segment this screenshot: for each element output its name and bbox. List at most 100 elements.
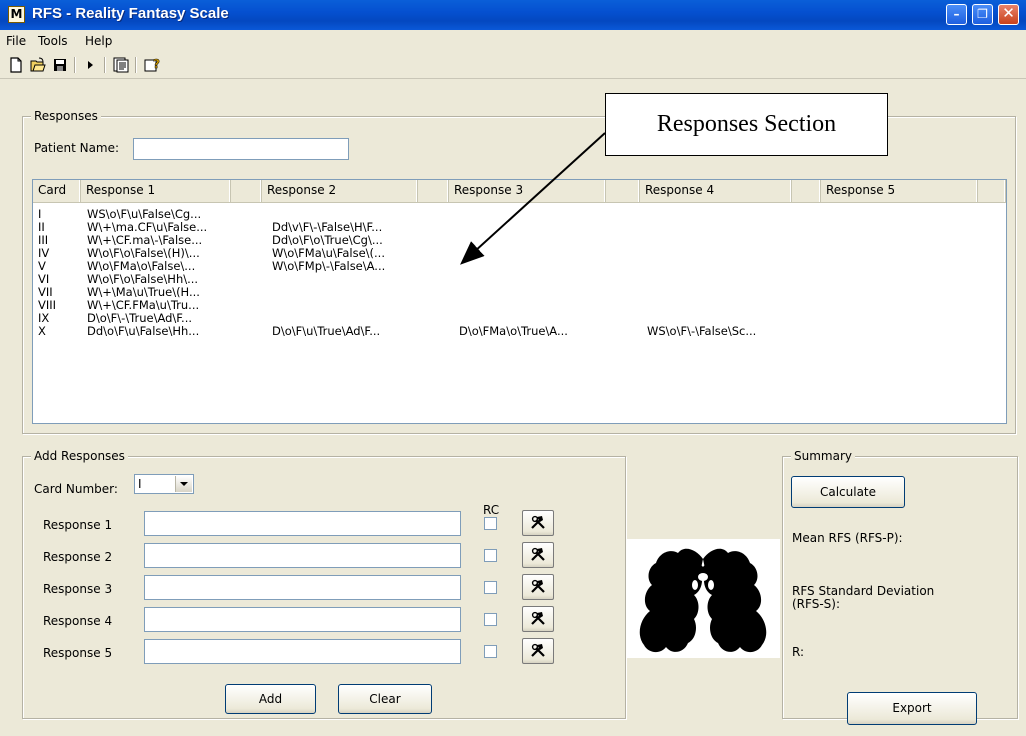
table-row[interactable]: IV W\o\F\o\False\(H)\... W\o\FMa\u\False\(… (33, 246, 1006, 260)
responses-group-title: Responses (31, 109, 101, 123)
response-4-tools-button[interactable] (522, 606, 554, 632)
response-3-input[interactable] (144, 575, 461, 600)
cell-card: X (38, 324, 46, 338)
table-row[interactable]: V W\o\FMa\o\False\... W\o\FMp\-\False\A... (33, 259, 1006, 273)
cell-card: I (38, 207, 42, 221)
responses-table[interactable]: Card Response 1 Response 2 Response 3 Re… (32, 179, 1007, 424)
clear-button[interactable]: Clear (338, 684, 432, 714)
cell-response-1: W\+\CF.FMa\u\Tru... (87, 298, 200, 312)
response-5-label: Response 5 (43, 646, 113, 660)
hammer-wrench-icon (531, 515, 545, 529)
open-folder-icon[interactable] (30, 57, 46, 73)
response-1-tools-button[interactable] (522, 510, 554, 536)
help-icon[interactable]: ? (144, 57, 160, 73)
card-number-select[interactable]: I (134, 474, 194, 494)
chevron-down-icon[interactable] (175, 476, 192, 492)
column-header-spacer[interactable] (792, 180, 821, 202)
rc-checkbox-4[interactable] (484, 613, 497, 626)
hammer-wrench-icon (531, 579, 545, 593)
column-header-spacer[interactable] (231, 180, 262, 202)
table-row[interactable]: II W\+\ma.CF\u\False... Dd\v\F\-\False\H\F… (33, 220, 1006, 234)
cell-response-2: W\o\FMa\u\False\(... (272, 246, 385, 260)
new-file-icon[interactable] (8, 57, 24, 73)
table-row[interactable]: VII W\+\Ma\u\True\(H... (33, 285, 1006, 299)
minimize-button[interactable]: – (946, 4, 967, 25)
column-header-response-5[interactable]: Response 5 (821, 180, 978, 202)
column-header-spacer[interactable] (978, 180, 1006, 202)
cell-response-2: Dd\v\F\-\False\H\F... (272, 220, 383, 234)
rc-checkbox-1[interactable] (484, 517, 497, 530)
save-icon[interactable] (52, 57, 68, 73)
response-2-input[interactable] (144, 543, 461, 568)
export-button[interactable]: Export (847, 692, 977, 725)
toolbar-separator (104, 57, 106, 73)
response-2-tools-button[interactable] (522, 542, 554, 568)
menu-file[interactable]: File (6, 34, 26, 48)
cell-card: V (38, 259, 46, 273)
response-5-tools-button[interactable] (522, 638, 554, 664)
toolbar-separator (74, 57, 76, 73)
cell-card: VIII (38, 298, 57, 312)
table-row[interactable]: VI W\o\F\o\False\Hh\... (33, 272, 1006, 286)
table-row[interactable]: III W\+\CF.ma\-\False... Dd\o\F\o\True\Cg\… (33, 233, 1006, 247)
cell-response-4: WS\o\F\-\False\Sc... (647, 324, 757, 338)
column-header-spacer[interactable] (418, 180, 449, 202)
column-header-response-3[interactable]: Response 3 (449, 180, 606, 202)
response-5-input[interactable] (144, 639, 461, 664)
cell-card: III (38, 233, 49, 247)
hammer-wrench-icon (531, 643, 545, 657)
maximize-button[interactable]: ❐ (972, 4, 993, 25)
table-row[interactable]: I WS\o\F\u\False\Cg... (33, 207, 1006, 221)
card-number-label: Card Number: (34, 482, 118, 496)
inkblot-graphic (639, 548, 767, 653)
calculate-button[interactable]: Calculate (791, 476, 905, 508)
run-icon[interactable] (82, 57, 98, 73)
hammer-wrench-icon (531, 611, 545, 625)
annotation-callout: Responses Section (605, 93, 888, 156)
mean-rfs-label: Mean RFS (RFS-P): (792, 531, 903, 545)
add-button[interactable]: Add (225, 684, 316, 714)
rc-checkbox-5[interactable] (484, 645, 497, 658)
toolbar: ? (0, 52, 1026, 79)
response-3-tools-button[interactable] (522, 574, 554, 600)
column-header-card[interactable]: Card (33, 180, 81, 202)
close-button[interactable]: ✕ (998, 4, 1019, 25)
cell-card: IV (38, 246, 50, 260)
document-icon[interactable] (113, 57, 129, 73)
cell-response-3: D\o\FMa\o\True\A... (459, 324, 568, 338)
table-row[interactable]: VIII W\+\CF.FMa\u\Tru... (33, 298, 1006, 312)
rc-checkbox-3[interactable] (484, 581, 497, 594)
column-header-response-1[interactable]: Response 1 (81, 180, 231, 202)
response-4-input[interactable] (144, 607, 461, 632)
add-responses-group-title: Add Responses (31, 449, 128, 463)
summary-group-title: Summary (791, 449, 855, 463)
cell-response-1: W\+\Ma\u\True\(H... (87, 285, 200, 299)
rc-checkbox-2[interactable] (484, 549, 497, 562)
rc-label: RC (483, 503, 500, 517)
cell-response-2: Dd\o\F\o\True\Cg\... (272, 233, 383, 247)
table-row[interactable]: IX D\o\F\-\True\Ad\F... (33, 311, 1006, 325)
hammer-wrench-icon (531, 547, 545, 561)
patient-name-label: Patient Name: (34, 141, 120, 155)
response-1-label: Response 1 (43, 518, 113, 532)
card-number-value: I (138, 477, 142, 491)
cell-card: II (38, 220, 45, 234)
title-bar[interactable]: M RFS - Reality Fantasy Scale – ❐ ✕ (0, 0, 1026, 30)
column-header-response-2[interactable]: Response 2 (262, 180, 418, 202)
menu-help[interactable]: Help (85, 34, 112, 48)
menu-bar: File Tools Help (0, 30, 1026, 52)
cell-response-1: D\o\F\-\True\Ad\F... (87, 311, 193, 325)
response-1-input[interactable] (144, 511, 461, 536)
patient-name-input[interactable] (133, 138, 349, 160)
column-header-spacer[interactable] (606, 180, 640, 202)
cell-response-2: D\o\F\u\True\Ad\F... (272, 324, 381, 338)
cell-response-1: WS\o\F\u\False\Cg... (87, 207, 202, 221)
cell-response-1: W\+\ma.CF\u\False... (87, 220, 208, 234)
response-2-label: Response 2 (43, 550, 113, 564)
table-row[interactable]: X Dd\o\F\u\False\Hh... D\o\F\u\True\Ad\F..… (33, 324, 1006, 338)
cell-response-1: W\o\F\o\False\Hh\... (87, 272, 199, 286)
column-header-response-4[interactable]: Response 4 (640, 180, 792, 202)
cell-card: IX (38, 311, 50, 325)
response-4-label: Response 4 (43, 614, 113, 628)
menu-tools[interactable]: Tools (38, 34, 68, 48)
